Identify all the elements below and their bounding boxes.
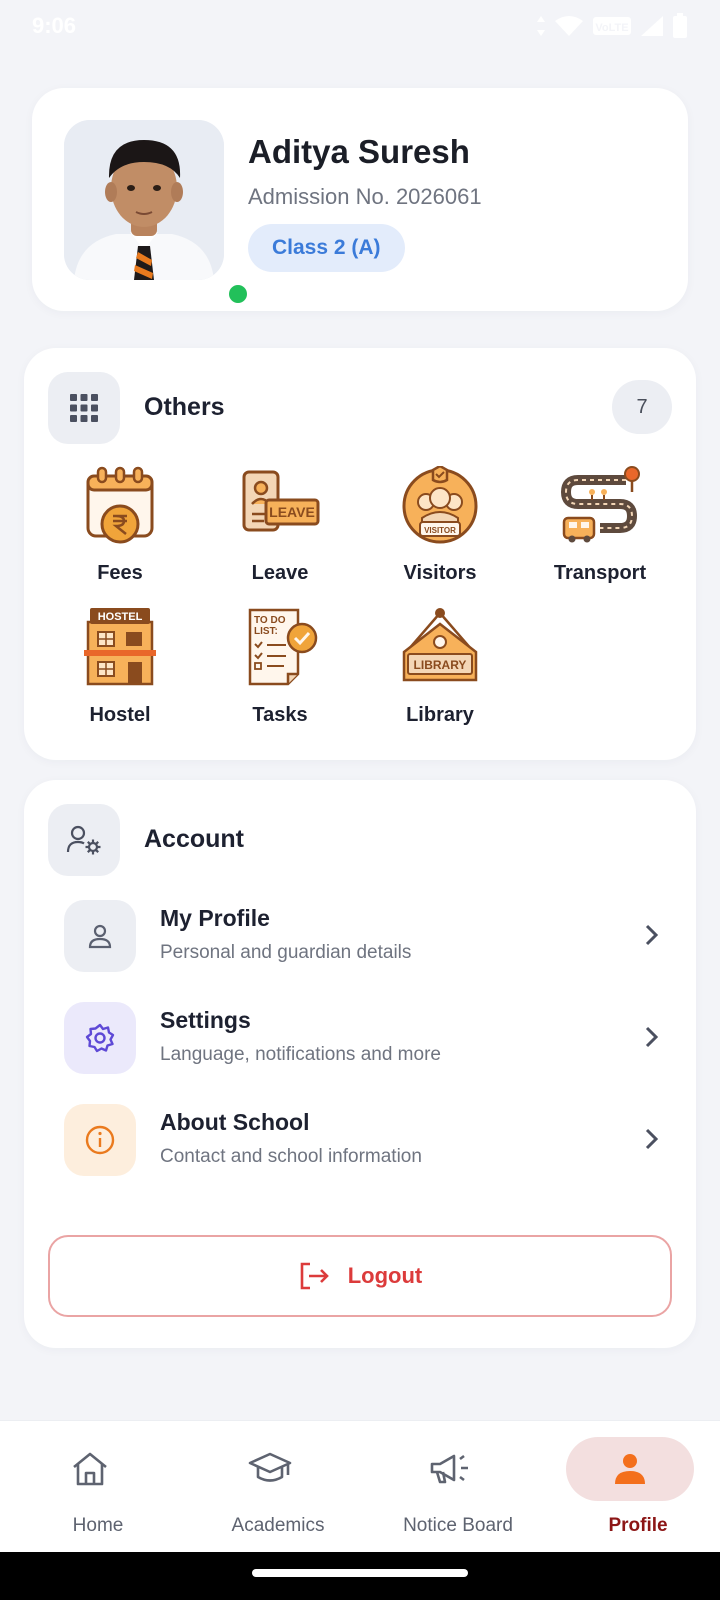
settings-subtitle: Language, notifications and more <box>160 1044 441 1065</box>
todo-text: TO DO <box>254 615 286 626</box>
library-sign-text: LIBRARY <box>414 658 467 672</box>
about-school-subtitle: Contact and school information <box>160 1146 422 1167</box>
others-item-hostel[interactable]: HOSTEL Hostel <box>40 608 200 738</box>
nav-home[interactable]: Home <box>8 1421 188 1553</box>
nav-profile-label: Profile <box>608 1515 668 1536</box>
online-status-dot <box>226 282 250 306</box>
others-card: Others 7 Fees LEAVE Leave VISITOR Visito… <box>24 348 696 760</box>
chevron-right-icon <box>645 1026 659 1048</box>
others-item-label: Library <box>406 704 474 726</box>
wifi-icon <box>555 16 583 36</box>
status-time: 9:06 <box>32 13 77 38</box>
others-item-transport[interactable]: Transport <box>520 466 680 596</box>
my-profile-row[interactable]: My Profile Personal and guardian details <box>40 888 680 984</box>
account-card: Account My Profile Personal and guardian… <box>24 780 696 1348</box>
bottom-nav: Home Academics Notice Board Profile <box>0 1420 720 1552</box>
logout-label: Logout <box>347 1263 423 1288</box>
my-profile-subtitle: Personal and guardian details <box>160 942 412 963</box>
nav-profile[interactable]: Profile <box>548 1421 720 1553</box>
about-school-row[interactable]: About School Contact and school informat… <box>40 1092 680 1188</box>
settings-row[interactable]: Settings Language, notifications and mor… <box>40 990 680 1086</box>
todo-list-icon: TO DO LIST: <box>248 608 318 686</box>
nav-notice-board-label: Notice Board <box>403 1515 513 1536</box>
chevron-right-icon <box>645 1128 659 1150</box>
volte-text: VoLTE <box>595 22 628 34</box>
gesture-area <box>0 1552 720 1600</box>
others-item-label: Hostel <box>89 704 151 726</box>
volte-icon: VoLTE <box>593 17 631 35</box>
graduation-cap-icon <box>248 1452 292 1482</box>
data-arrows-icon <box>537 16 545 36</box>
hostel-sign-text: HOSTEL <box>98 611 143 623</box>
battery-icon <box>673 13 687 38</box>
account-title: Account <box>144 825 244 853</box>
others-item-visitors[interactable]: VISITOR Visitors <box>360 466 520 596</box>
others-title: Others <box>144 393 225 421</box>
nav-notice-board[interactable]: Notice Board <box>368 1421 548 1553</box>
gesture-bar[interactable] <box>252 1569 468 1577</box>
settings-title: Settings <box>160 1007 251 1033</box>
others-item-leave[interactable]: LEAVE Leave <box>200 466 360 596</box>
nav-academics[interactable]: Academics <box>188 1421 368 1553</box>
megaphone-icon <box>430 1454 468 1484</box>
my-profile-title: My Profile <box>160 905 270 931</box>
nav-home-pill <box>26 1437 154 1501</box>
visitor-badge-text: VISITOR <box>424 526 456 535</box>
library-sign-icon: LIBRARY <box>402 608 478 682</box>
others-item-label: Leave <box>251 562 309 584</box>
others-item-label: Visitors <box>403 562 477 584</box>
others-item-label: Transport <box>553 562 647 584</box>
signal-icon <box>641 16 663 36</box>
avatar <box>64 120 250 306</box>
logout-button[interactable]: Logout <box>48 1235 672 1317</box>
others-item-fees[interactable]: Fees <box>40 466 200 596</box>
others-item-tasks[interactable]: TO DO LIST: Tasks <box>200 608 360 738</box>
others-item-library[interactable]: LIBRARY Library <box>360 608 520 738</box>
grid-icon <box>48 372 120 444</box>
hostel-building-icon: HOSTEL <box>84 608 156 686</box>
list-text: LIST: <box>254 626 278 637</box>
transport-bus-route-icon <box>560 466 640 543</box>
leave-icon: LEAVE <box>242 470 320 532</box>
nav-profile-pill <box>566 1437 694 1501</box>
student-name: Aditya Suresh <box>248 133 470 170</box>
chevron-right-icon <box>645 924 659 946</box>
fees-rupee-calendar-icon <box>86 466 154 544</box>
nav-academics-pill <box>206 1437 334 1501</box>
others-item-label: Tasks <box>252 704 308 726</box>
settings-gear-icon <box>64 1002 136 1074</box>
user-settings-icon <box>48 804 120 876</box>
others-item-label: Fees <box>97 562 143 584</box>
logout-icon <box>300 1262 329 1290</box>
user-icon <box>64 900 136 972</box>
profile-card[interactable]: Aditya Suresh Admission No. 2026061 Clas… <box>32 88 688 311</box>
info-icon <box>64 1104 136 1176</box>
nav-notice-board-pill <box>386 1437 514 1501</box>
home-icon <box>73 1452 107 1486</box>
nav-home-label: Home <box>72 1515 124 1536</box>
admission-number: Admission No. 2026061 <box>248 184 482 209</box>
status-icons: VoLTE <box>536 13 688 39</box>
class-chip: Class 2 (A) <box>248 224 405 272</box>
person-icon <box>615 1454 645 1484</box>
student-photo <box>64 120 224 280</box>
visitors-icon: VISITOR <box>402 466 478 544</box>
leave-sign-text: LEAVE <box>269 504 315 520</box>
others-count-badge: 7 <box>612 380 672 434</box>
nav-academics-label: Academics <box>231 1515 325 1536</box>
status-bar: 9:06 VoLTE <box>0 0 720 52</box>
about-school-title: About School <box>160 1109 310 1135</box>
